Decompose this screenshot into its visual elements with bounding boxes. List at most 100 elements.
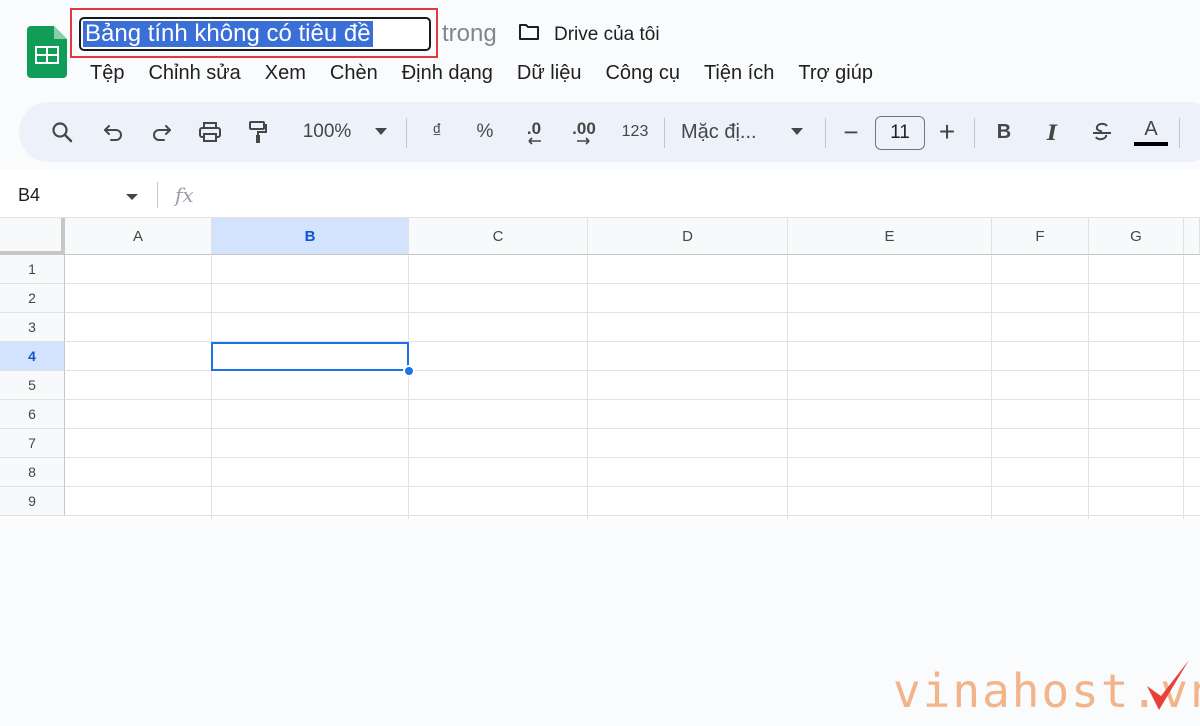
menu-tools[interactable]: Công cụ <box>605 60 680 86</box>
location-prefix: trong <box>442 20 497 47</box>
folder-icon[interactable] <box>518 23 540 41</box>
caret-down-icon <box>791 128 803 135</box>
italic-label: I <box>1047 119 1057 145</box>
sheets-logo-icon[interactable] <box>27 26 67 78</box>
menu-edit[interactable]: Chỉnh sửa <box>148 60 240 86</box>
font-size-value: 11 <box>890 122 910 143</box>
increase-decimal-button[interactable]: .00 <box>564 102 604 162</box>
font-family-select[interactable]: Mặc đị... <box>681 102 771 162</box>
search-menus-button[interactable] <box>47 102 77 162</box>
decrease-font-size-button[interactable]: − <box>839 102 863 162</box>
toolbar: 100% ₫ % .0 .00 123 Mặc đị... − 11 + B I <box>19 102 1200 162</box>
caret-down-icon <box>375 128 387 135</box>
column-header-e[interactable]: E <box>788 218 992 255</box>
number-format-button[interactable]: 123 <box>615 102 655 162</box>
grid-line <box>1088 255 1089 519</box>
zoom-select[interactable]: 100% <box>291 102 363 162</box>
column-header-h[interactable] <box>1184 218 1200 255</box>
grid-line <box>408 255 409 519</box>
checkmark-logo-icon <box>1147 660 1189 710</box>
bold-label: B <box>996 120 1012 143</box>
column-header-d[interactable]: D <box>588 218 788 255</box>
menu-view[interactable]: Xem <box>265 60 306 86</box>
text-color-label: A <box>1144 118 1158 140</box>
toolbar-divider <box>825 118 826 148</box>
name-box[interactable]: B4 <box>18 185 40 206</box>
menu-insert[interactable]: Chèn <box>330 60 378 86</box>
column-header-b[interactable]: B <box>212 218 409 255</box>
undo-button[interactable] <box>99 102 129 162</box>
menu-data[interactable]: Dữ liệu <box>517 60 582 86</box>
column-header-c[interactable]: C <box>409 218 588 255</box>
currency-format-button[interactable]: ₫ <box>423 102 451 162</box>
grid-line <box>65 515 1200 516</box>
redo-button[interactable] <box>146 102 176 162</box>
spreadsheet-grid[interactable]: A B C D E F G 1 2 3 4 5 6 7 8 9 vinahost… <box>0 218 1200 718</box>
toolbar-divider <box>1179 118 1180 148</box>
column-header-f[interactable]: F <box>992 218 1089 255</box>
document-title-input[interactable]: Bảng tính không có tiêu đề <box>79 17 431 51</box>
row-header-4[interactable]: 4 <box>0 342 65 371</box>
text-color-button[interactable]: A <box>1133 102 1169 162</box>
menu-extensions[interactable]: Tiện ích <box>704 60 774 86</box>
active-cell-b4[interactable] <box>211 342 409 371</box>
grid-line <box>65 457 1200 458</box>
redo-icon <box>153 125 171 141</box>
arrow-right-icon <box>577 136 590 145</box>
formula-divider <box>157 182 158 208</box>
font-family-value: Mặc đị... <box>681 120 757 143</box>
menu-file[interactable]: Tệp <box>90 60 124 86</box>
select-all-corner[interactable] <box>0 218 65 255</box>
percent-format-button[interactable]: % <box>471 102 499 162</box>
title-annotation-box: Bảng tính không có tiêu đề <box>70 8 438 58</box>
fill-handle[interactable] <box>403 365 415 377</box>
grid-line <box>65 399 1200 400</box>
menu-help[interactable]: Trợ giúp <box>798 60 873 86</box>
print-button[interactable] <box>195 102 225 162</box>
grid-line <box>65 486 1200 487</box>
bold-button[interactable]: B <box>992 102 1016 162</box>
grid-line <box>65 283 1200 284</box>
row-header-8[interactable]: 8 <box>0 458 65 487</box>
toolbar-divider <box>974 118 975 148</box>
toolbar-divider <box>406 118 407 148</box>
grid-line <box>587 255 588 519</box>
row-header-9[interactable]: 9 <box>0 487 65 516</box>
decrease-decimal-label: .0 <box>526 118 542 138</box>
grid-line <box>1183 255 1184 519</box>
increase-font-size-button[interactable]: + <box>935 102 959 162</box>
grid-line <box>991 255 992 519</box>
grid-line <box>211 255 212 519</box>
row-header-2[interactable]: 2 <box>0 284 65 313</box>
document-title-text: Bảng tính không có tiêu đề <box>83 20 373 47</box>
caret-down-icon[interactable] <box>126 194 138 200</box>
row-header-1[interactable]: 1 <box>0 255 65 284</box>
strikethrough-icon <box>1093 122 1111 141</box>
menu-format[interactable]: Định dạng <box>402 60 493 86</box>
column-header-a[interactable]: A <box>65 218 212 255</box>
row-header-3[interactable]: 3 <box>0 313 65 342</box>
undo-icon <box>104 125 122 141</box>
row-header-7[interactable]: 7 <box>0 429 65 458</box>
grid-line <box>65 312 1200 313</box>
column-header-g[interactable]: G <box>1089 218 1184 255</box>
drive-location-link[interactable]: Drive của tôi <box>554 24 660 46</box>
font-size-input[interactable]: 11 <box>875 116 925 150</box>
percent-label: % <box>476 121 494 142</box>
decrease-decimal-button[interactable]: .0 <box>516 102 552 162</box>
fx-icon: fx <box>175 183 194 207</box>
increase-decimal-label: .00 <box>572 118 596 138</box>
zoom-dropdown-button[interactable] <box>371 102 391 162</box>
font-dropdown-button[interactable] <box>787 102 807 162</box>
formula-bar: B4 fx <box>0 170 1200 218</box>
italic-button[interactable]: I <box>1040 102 1064 162</box>
toolbar-divider <box>664 118 665 148</box>
grid-line <box>65 428 1200 429</box>
paint-format-button[interactable] <box>243 102 273 162</box>
arrow-left-icon <box>528 136 541 145</box>
strikethrough-button[interactable] <box>1089 102 1115 162</box>
row-header-5[interactable]: 5 <box>0 371 65 400</box>
row-header-6[interactable]: 6 <box>0 400 65 429</box>
number-format-label: 123 <box>621 123 649 140</box>
text-color-swatch <box>1134 142 1168 146</box>
